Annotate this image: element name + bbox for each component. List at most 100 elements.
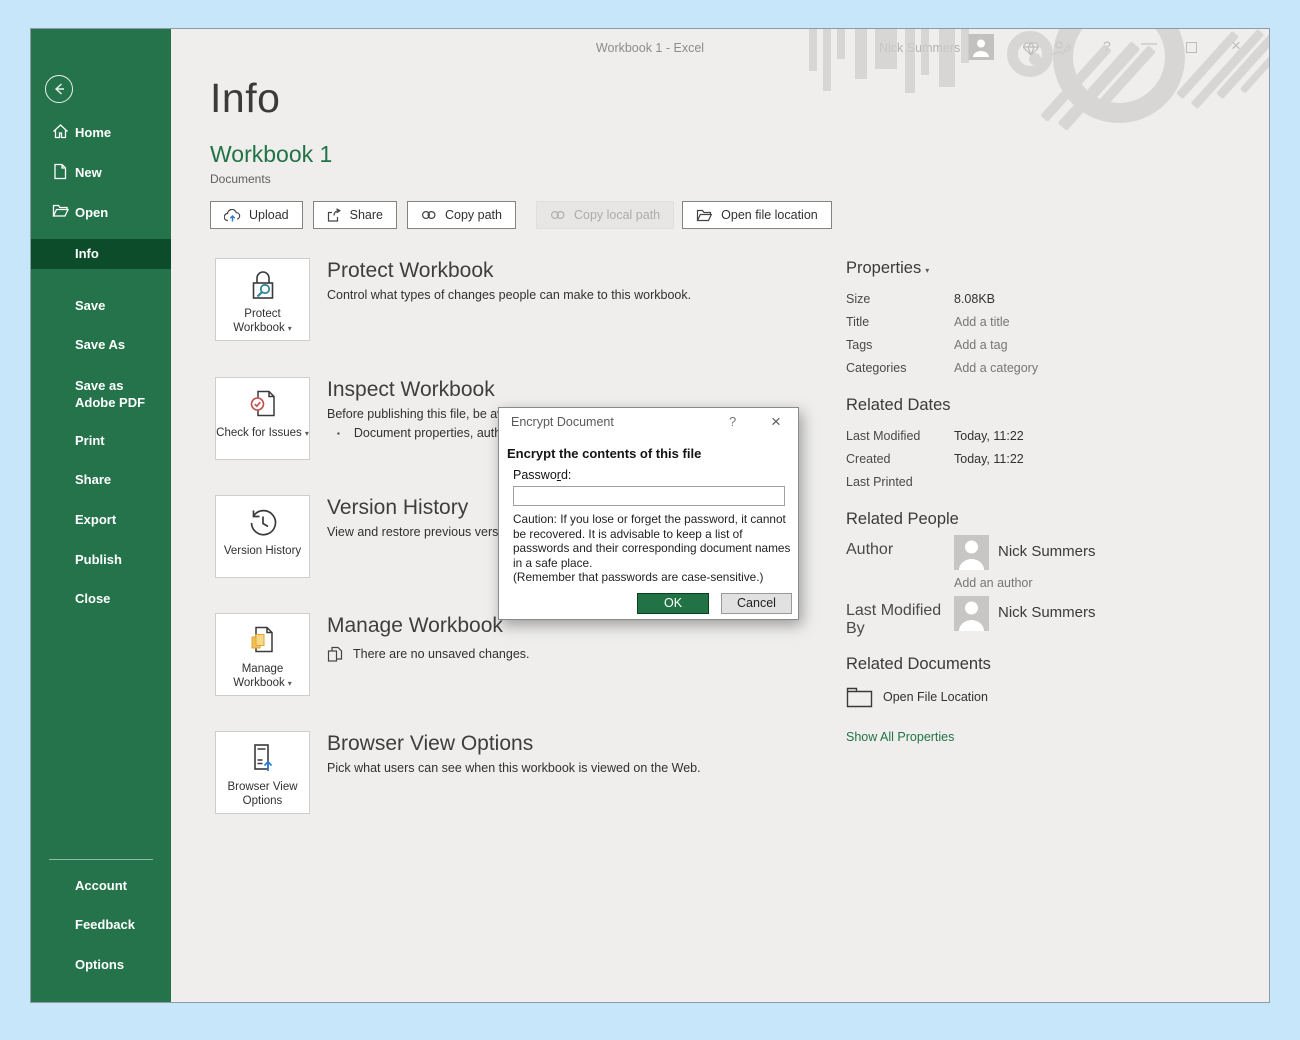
link-icon [550, 210, 566, 220]
dialog-caution-text: Caution: If you lose or forget the passw… [513, 512, 791, 585]
show-all-properties-link[interactable]: Show All Properties [846, 730, 1176, 744]
upload-button[interactable]: Upload [210, 201, 303, 229]
copy-path-button[interactable]: Copy path [407, 201, 516, 229]
property-row: TagsAdd a tag [846, 333, 1176, 356]
sidebar-item-account[interactable]: Account [31, 878, 171, 893]
protect-workbook-button[interactable]: Protect Workbook▾ [215, 258, 310, 341]
document-title: Workbook 1 [210, 141, 332, 168]
dialog-close-icon[interactable]: × [771, 412, 781, 432]
link-icon [421, 210, 437, 220]
feedback-person-icon[interactable] [1053, 40, 1071, 59]
upload-cloud-icon [224, 209, 241, 222]
sidebar-item-save[interactable]: Save [31, 298, 171, 313]
window-title: Workbook 1 - Excel [31, 41, 1269, 55]
add-category-field[interactable]: Add a category [954, 361, 1038, 375]
check-issues-icon [248, 389, 278, 421]
section-heading: Browser View Options [327, 731, 887, 756]
version-history-button[interactable]: Version History [215, 495, 310, 578]
sidebar-item-publish[interactable]: Publish [31, 552, 171, 567]
author-avatar[interactable] [954, 535, 989, 570]
folder-icon [846, 686, 873, 708]
sidebar-item-info[interactable]: Info [31, 239, 171, 269]
copy-local-path-button: Copy local path [536, 201, 674, 229]
back-button[interactable] [45, 75, 73, 103]
property-row: Size8.08KB [846, 287, 1176, 310]
page-title: Info [210, 75, 280, 122]
section-heading: Inspect Workbook [327, 377, 887, 402]
sidebar-item-home[interactable]: Home [31, 121, 171, 143]
chevron-down-icon: ▾ [305, 429, 309, 438]
ok-button[interactable]: OK [637, 593, 709, 614]
last-modified-value: Today, 11:22 [954, 429, 1024, 443]
open-folder-icon [696, 208, 713, 222]
sidebar-item-save-as-adobe-pdf[interactable]: Save as Adobe PDF [31, 377, 171, 411]
bullet-icon: ▪ [337, 429, 340, 438]
sidebar-item-open[interactable]: Open [31, 201, 171, 223]
section-browser-view-options: Browser View Options Browser View Option… [215, 731, 310, 814]
minimize-icon[interactable]: — [1141, 35, 1157, 53]
author-row: Author Nick Summers [846, 535, 1176, 570]
sidebar-item-share[interactable]: Share [31, 472, 171, 487]
version-history-icon [247, 507, 279, 539]
browser-view-icon [248, 743, 278, 775]
user-avatar-icon[interactable] [968, 34, 994, 60]
section-version-history: Version History Version History View and… [215, 495, 310, 578]
properties-header[interactable]: Properties▾ [846, 259, 1176, 278]
related-people-header: Related People [846, 510, 1176, 529]
add-tag-field[interactable]: Add a tag [954, 338, 1008, 352]
created-value: Today, 11:22 [954, 452, 1024, 466]
dialog-help-icon[interactable]: ? [729, 414, 736, 429]
chevron-down-icon: ▾ [925, 266, 929, 275]
open-folder-icon [52, 203, 70, 221]
home-icon [52, 123, 69, 143]
manage-workbook-icon [248, 625, 278, 657]
related-dates-header: Related Dates [846, 396, 1176, 415]
close-icon[interactable]: × [1231, 36, 1241, 56]
related-documents-header: Related Documents [846, 655, 1176, 674]
chevron-down-icon: ▾ [288, 679, 292, 688]
property-row: TitleAdd a title [846, 310, 1176, 333]
gem-badge-icon [1023, 42, 1039, 59]
browser-view-options-button[interactable]: Browser View Options [215, 731, 310, 814]
section-description: Control what types of changes people can… [327, 288, 887, 302]
share-icon [327, 208, 342, 222]
add-author-field[interactable]: Add an author [846, 576, 1176, 590]
last-modified-by-avatar[interactable] [954, 596, 989, 631]
open-file-location-link[interactable]: Open File Location [846, 686, 1176, 708]
encrypt-document-dialog: Encrypt Document ? × Encrypt the content… [498, 407, 799, 620]
check-for-issues-button[interactable]: Check for Issues▾ [215, 377, 310, 460]
manage-workbook-button[interactable]: Manage Workbook▾ [215, 613, 310, 696]
document-location: Documents [210, 172, 271, 186]
sidebar-item-save-as[interactable]: Save As [31, 337, 171, 352]
help-icon[interactable]: ? [1103, 38, 1111, 54]
open-file-location-button[interactable]: Open file location [682, 201, 832, 229]
cancel-button[interactable]: Cancel [721, 593, 792, 614]
section-inspect-workbook: Check for Issues▾ Inspect Workbook Befor… [215, 377, 310, 460]
sidebar-item-close[interactable]: Close [31, 591, 171, 606]
new-document-icon [52, 163, 68, 183]
size-value: 8.08KB [954, 292, 995, 306]
dialog-title: Encrypt Document [511, 415, 614, 429]
section-protect-workbook: Protect Workbook▾ Protect Workbook Contr… [215, 258, 310, 341]
properties-panel: Properties▾ Size8.08KB TitleAdd a title … [846, 259, 1176, 744]
author-name[interactable]: Nick Summers [998, 535, 1096, 570]
chevron-down-icon: ▾ [288, 324, 292, 333]
sidebar-item-new[interactable]: New [31, 161, 171, 183]
password-input[interactable] [513, 486, 785, 506]
sidebar-item-export[interactable]: Export [31, 512, 171, 527]
last-modified-by-name[interactable]: Nick Summers [998, 596, 1096, 638]
signed-in-user[interactable]: Nick Summers [879, 41, 960, 55]
document-toolbar: Upload Share Copy path Copy local path O… [210, 201, 842, 229]
share-button[interactable]: Share [313, 201, 397, 229]
section-description: Pick what users can see when this workbo… [327, 761, 887, 775]
section-heading: Protect Workbook [327, 258, 887, 283]
date-row: CreatedToday, 11:22 [846, 447, 1176, 470]
sidebar-item-options[interactable]: Options [31, 957, 171, 972]
document-copies-icon [327, 646, 343, 662]
add-title-field[interactable]: Add a title [954, 315, 1010, 329]
sidebar-item-feedback[interactable]: Feedback [31, 917, 171, 932]
section-manage-workbook: Manage Workbook▾ Manage Workbook There a… [215, 613, 310, 696]
date-row: Last Printed [846, 470, 1176, 493]
restore-icon[interactable] [1186, 42, 1197, 53]
sidebar-item-print[interactable]: Print [31, 433, 171, 448]
